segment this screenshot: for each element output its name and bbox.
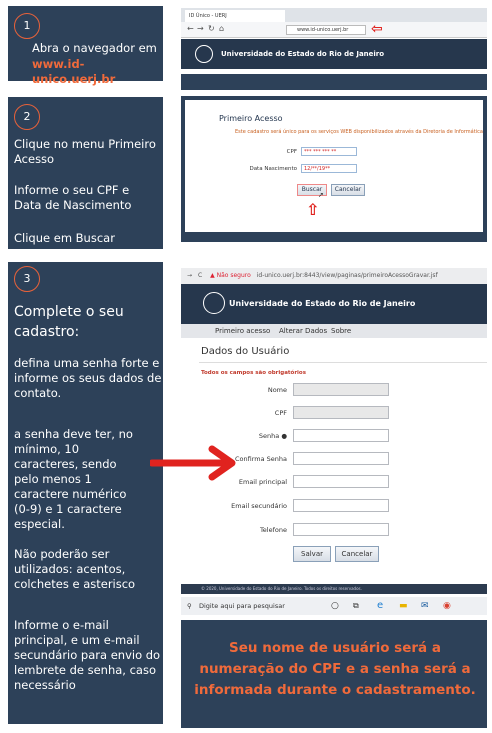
primeiro-acesso-screenshot: Primeiro Acesso Este cadastro será único…: [185, 100, 483, 232]
step3-paragraph-2: a senha deve ter, no mínimo, 10 caracter…: [14, 427, 133, 531]
required-note: Todos os campos são obrigatórios: [201, 370, 306, 376]
birth-date-label: Data Nascimento: [249, 166, 297, 172]
senha-label-text: Senha: [258, 432, 280, 440]
windows-taskbar: ⚲ Digite aqui para pesquisar ○ ⧉ e ▬ ✉ ◉: [181, 597, 487, 615]
telefone-label: Telefone: [259, 526, 287, 534]
senha-label: Senha ●: [221, 432, 287, 440]
warning-icon: ▲: [210, 272, 215, 279]
step2-text-2: Informe o seu CPF e Data de Nascimento: [14, 183, 132, 212]
red-up-arrow-icon: ⇧: [306, 200, 320, 219]
cpf-label: CPF: [286, 149, 297, 155]
mail-icon[interactable]: ✉: [421, 597, 429, 615]
step3-panel: 3 Complete o seu cadastro: defina uma se…: [8, 262, 163, 724]
uerj-logo-icon-3: [203, 292, 225, 314]
taskbar-search[interactable]: Digite aqui para pesquisar: [199, 597, 285, 615]
step2-text-3: Clique em Buscar: [14, 231, 115, 245]
step3-paragraph-4: Informe o e-mail principal, e um e-mail …: [14, 618, 161, 692]
step2-panel: 2 Clique no menu Primeiro Acesso Informe…: [8, 97, 163, 249]
forward-icon-3[interactable]: →: [187, 272, 192, 279]
telefone-input[interactable]: [293, 523, 389, 536]
explorer-icon[interactable]: ▬: [399, 597, 408, 615]
address-bar-3: → C ▲ Não seguro id-unico.uerj.br:8443/v…: [181, 268, 487, 284]
chrome-icon[interactable]: ◉: [443, 597, 451, 615]
home-icon[interactable]: ⌂: [219, 24, 224, 33]
cortana-icon[interactable]: ○: [331, 597, 339, 615]
primeiro-acesso-title: Primeiro Acesso: [219, 114, 283, 123]
browser-tab[interactable]: ID Único - UERJ: [185, 10, 285, 22]
url-text-3[interactable]: id-unico.uerj.br:8443/view/paginas/prime…: [257, 272, 438, 279]
cancelar-button-3[interactable]: Cancelar: [335, 546, 379, 562]
address-bar-area: ← → ↻ ⌂ www.id-unico.uerj.br ⇦: [181, 21, 487, 38]
edge-icon[interactable]: e: [377, 597, 383, 615]
step2-number: 2: [14, 104, 40, 130]
forward-icon[interactable]: →: [197, 24, 204, 33]
salvar-button[interactable]: Salvar: [293, 546, 331, 562]
cancelar-button[interactable]: Cancelar: [331, 184, 365, 196]
cpf-input[interactable]: *** *** *** **: [301, 147, 357, 156]
nome-input: [293, 383, 389, 396]
site-title-3: Universidade do Estado do Rio de Janeiro: [229, 299, 416, 308]
red-arrow-icon: ⇦: [371, 21, 383, 37]
cpf-label-3: CPF: [274, 409, 287, 417]
site-title: Universidade do Estado do Rio de Janeiro: [221, 50, 385, 58]
insecure-label: Não seguro: [216, 272, 251, 279]
site-header: Universidade do Estado do Rio de Janeiro: [181, 39, 487, 69]
search-icon[interactable]: ⚲: [187, 597, 192, 615]
site-header-3: Universidade do Estado do Rio de Janeiro: [181, 284, 487, 324]
step1-link[interactable]: www.id-unico.uerj.br: [32, 57, 163, 87]
confirma-senha-input[interactable]: [293, 452, 389, 465]
reload-icon[interactable]: ↻: [208, 24, 215, 33]
step1-panel: 1 Abra o navegador em www.id-unico.uerj.…: [8, 6, 163, 86]
task-view-icon[interactable]: ⧉: [353, 597, 359, 615]
reload-icon-3[interactable]: C: [198, 272, 202, 279]
top-menu: Primeiro acesso Alterar Dados Sobre: [181, 324, 487, 338]
big-red-arrow-icon: [150, 445, 236, 481]
menu-alterar-dados[interactable]: Alterar Dados: [279, 324, 327, 338]
email-secundario-input[interactable]: [293, 499, 389, 512]
tab-bar: ID Único - UERJ: [181, 8, 487, 22]
section-divider: [199, 362, 487, 363]
step1-number: 1: [14, 13, 40, 39]
menu-primeiro-acesso[interactable]: Primeiro acesso: [215, 324, 270, 338]
menu-sobre[interactable]: Sobre: [331, 324, 351, 338]
shot2-frame: Primeiro Acesso Este cadastro será único…: [181, 96, 487, 242]
back-icon[interactable]: ←: [187, 24, 194, 33]
step1-instruction: Abra o navegador em: [32, 41, 157, 55]
step3-paragraph-3: Não poderão ser utilizados: acentos, col…: [14, 547, 136, 591]
url-input[interactable]: www.id-unico.uerj.br: [286, 25, 366, 35]
cpf-input-3: [293, 406, 389, 419]
help-icon[interactable]: ●: [281, 432, 287, 440]
site-footer: © 2020, Universidade do Estado do Rio de…: [181, 584, 487, 594]
shot3-frame: → C ▲ Não seguro id-unico.uerj.br:8443/v…: [181, 268, 487, 728]
step3-paragraph-1: defina uma senha forte e informe os seus…: [14, 356, 162, 400]
section-title: Dados do Usuário: [201, 346, 290, 357]
step3-number: 3: [14, 266, 40, 292]
uerj-logo-icon: [195, 45, 213, 63]
browser-screenshot-1: ID Único - UERJ ← → ↻ ⌂ www.id-unico.uer…: [181, 8, 487, 74]
birth-date-input[interactable]: 12/**/19**: [301, 164, 357, 173]
primeiro-acesso-subtitle: Este cadastro será único para os serviço…: [235, 129, 483, 135]
shot1-frame: ID Único - UERJ ← → ↻ ⌂ www.id-unico.uer…: [181, 8, 487, 90]
senha-input[interactable]: [293, 429, 389, 442]
step3-heading: Complete o seu cadastro:: [14, 304, 124, 340]
cadastro-screenshot: → C ▲ Não seguro id-unico.uerj.br:8443/v…: [181, 268, 487, 620]
email-principal-input[interactable]: [293, 475, 389, 488]
nome-label: Nome: [267, 386, 287, 394]
bottom-note: Seu nome de usuário será a numeração do …: [194, 640, 476, 698]
email-secundario-label: Email secundário: [231, 502, 287, 510]
step2-text-1: Clique no menu Primeiro Acesso: [14, 137, 156, 166]
cursor-icon: ➚: [318, 191, 324, 199]
